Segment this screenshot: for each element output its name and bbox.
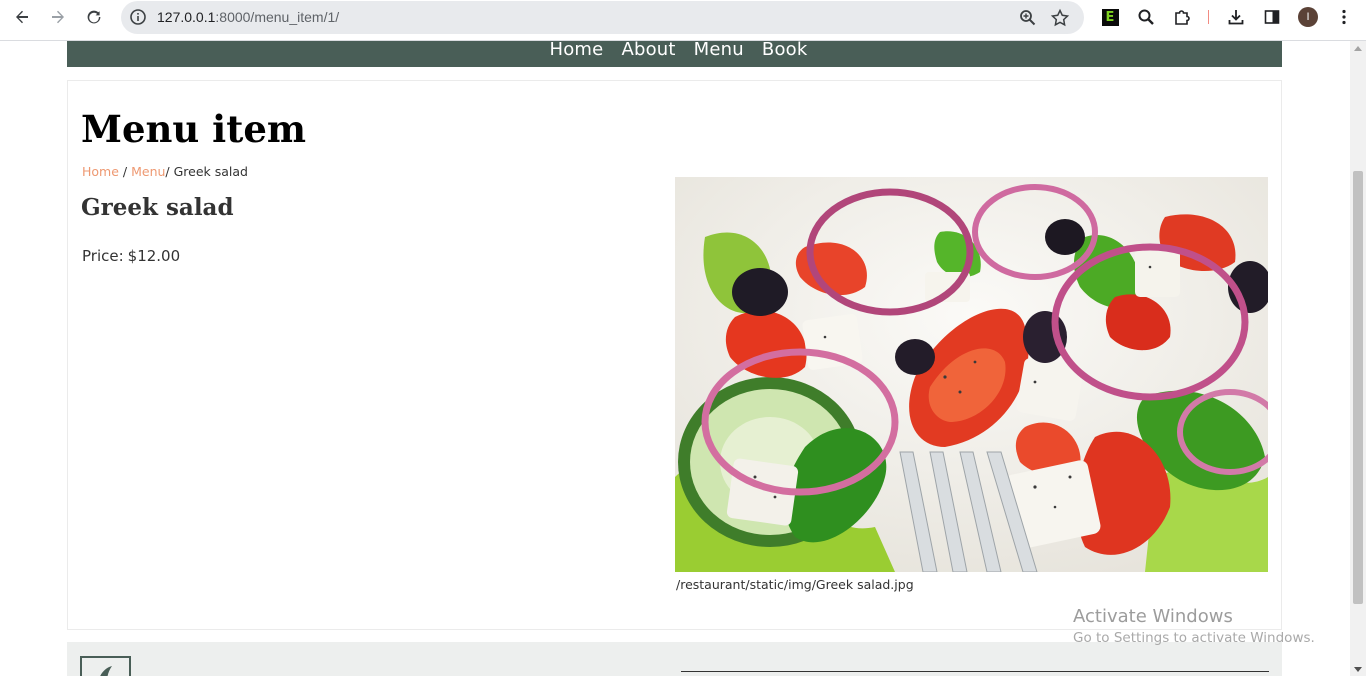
more-menu-icon[interactable] [1333, 6, 1355, 28]
forward-arrow-icon [52, 10, 64, 24]
site-footer [67, 642, 1282, 676]
zoom-icon[interactable] [1018, 8, 1038, 28]
scroll-up-arrow-icon[interactable] [1354, 46, 1362, 51]
url-text[interactable]: 127.0.0.1:8000/menu_item/1/ [157, 9, 339, 25]
page-scrollbar[interactable] [1350, 41, 1366, 676]
breadcrumb: Home / Menu/ Greek salad [82, 164, 248, 179]
extension-e-icon[interactable]: E [1099, 6, 1121, 28]
nav-book-link[interactable]: Book [762, 41, 808, 60]
footer-logo [80, 656, 131, 676]
lemon-logo-icon [100, 666, 112, 676]
reload-button[interactable] [80, 5, 108, 29]
menu-item-card: Menu item Home / Menu/ Greek salad Greek… [67, 80, 1282, 630]
page-viewport: Home About Menu Book Menu item Home / Me… [0, 41, 1350, 676]
scrollbar-thumb[interactable] [1353, 171, 1363, 604]
item-name: Greek salad [81, 194, 234, 221]
greek-salad-image [675, 177, 1268, 572]
scroll-down-arrow-icon[interactable] [1354, 667, 1362, 672]
toolbar-divider [1208, 10, 1209, 24]
back-arrow-icon [16, 10, 28, 24]
nav-menu-link[interactable]: Menu [694, 41, 744, 60]
page-title: Menu item [81, 107, 307, 151]
breadcrumb-menu-link[interactable]: Menu [131, 164, 165, 179]
side-panel-icon[interactable] [1261, 6, 1283, 28]
nav-home-link[interactable]: Home [549, 41, 603, 60]
site-nav: Home About Menu Book [67, 41, 1282, 67]
breadcrumb-separator: / [118, 164, 132, 179]
download-icon[interactable] [1225, 6, 1247, 28]
activate-windows-watermark: Activate Windows Go to Settings to activ… [1073, 606, 1315, 646]
price-value: $12.00 [127, 247, 181, 265]
salad-illustration [675, 177, 1268, 572]
back-button[interactable] [8, 5, 36, 29]
address-bar[interactable]: 127.0.0.1:8000/menu_item/1/ [121, 1, 1084, 34]
profile-avatar[interactable]: I [1298, 7, 1318, 27]
bookmark-star-icon[interactable] [1050, 8, 1070, 28]
search-extension-icon[interactable] [1135, 6, 1157, 28]
watermark-title: Activate Windows [1073, 606, 1233, 627]
reload-icon [87, 10, 101, 24]
footer-divider [681, 671, 1269, 672]
forward-button[interactable] [44, 5, 72, 29]
breadcrumb-current: / Greek salad [165, 164, 248, 179]
breadcrumb-home-link[interactable]: Home [82, 164, 119, 179]
price-label: Price: [82, 247, 124, 265]
nav-about-link[interactable]: About [621, 41, 675, 60]
extensions-puzzle-icon[interactable] [1171, 6, 1193, 28]
site-info-icon[interactable] [129, 8, 147, 26]
watermark-subtitle: Go to Settings to activate Windows. [1073, 630, 1315, 646]
item-price: Price: $12.00 [82, 247, 180, 265]
browser-toolbar: 127.0.0.1:8000/menu_item/1/ E I [0, 0, 1366, 41]
image-path-caption: /restaurant/static/img/Greek salad.jpg [676, 577, 914, 592]
